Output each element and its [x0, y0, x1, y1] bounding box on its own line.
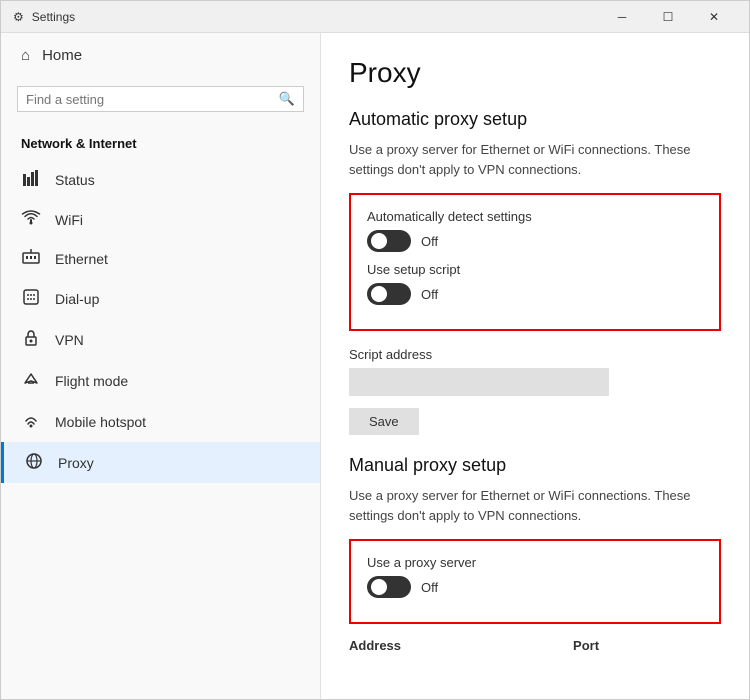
script-address-label: Script address	[349, 347, 721, 362]
search-box[interactable]: 🔍	[17, 86, 304, 112]
use-proxy-label: Use a proxy server	[367, 555, 703, 570]
settings-window: ⚙ Settings ─ ☐ ✕ ⌂ Home 🔍 Network & Inte…	[0, 0, 750, 700]
main-content: Proxy Automatic proxy setup Use a proxy …	[321, 33, 749, 699]
auto-detect-label: Automatically detect settings	[367, 209, 703, 224]
sidebar-section-title: Network & Internet	[1, 128, 320, 159]
mobilehotspot-icon	[21, 411, 41, 432]
save-button[interactable]: Save	[349, 408, 419, 435]
status-label: Status	[55, 172, 95, 188]
sidebar-item-proxy[interactable]: Proxy	[1, 442, 320, 483]
sidebar-item-vpn[interactable]: VPN	[1, 319, 320, 360]
dialup-icon	[21, 288, 41, 309]
home-label: Home	[42, 47, 82, 64]
status-icon	[21, 169, 41, 190]
page-title: Proxy	[349, 57, 721, 89]
title-bar-left: ⚙ Settings	[13, 10, 75, 24]
window-title: Settings	[32, 10, 75, 24]
sidebar-item-wifi[interactable]: WiFi	[1, 200, 320, 239]
sidebar-item-home[interactable]: ⌂ Home	[1, 33, 320, 78]
auto-detect-toggle-wrap: Off	[367, 230, 703, 252]
flightmode-label: Flight mode	[55, 373, 128, 389]
auto-proxy-highlight-box: Automatically detect settings Off Use se…	[349, 193, 721, 331]
maximize-button[interactable]: ☐	[645, 1, 691, 33]
mobilehotspot-label: Mobile hotspot	[55, 414, 146, 430]
minimize-button[interactable]: ─	[599, 1, 645, 33]
manual-proxy-highlight-box: Use a proxy server Off	[349, 539, 721, 624]
manual-section-desc: Use a proxy server for Ethernet or WiFi …	[349, 486, 721, 525]
wifi-icon	[21, 210, 41, 229]
use-proxy-toggle-text: Off	[421, 580, 438, 595]
auto-section-title: Automatic proxy setup	[349, 109, 721, 130]
use-proxy-toggle-wrap: Off	[367, 576, 703, 598]
manual-section-title: Manual proxy setup	[349, 455, 721, 476]
proxy-icon	[24, 452, 44, 473]
auto-detect-row: Automatically detect settings Off	[367, 209, 703, 252]
title-bar: ⚙ Settings ─ ☐ ✕	[1, 1, 749, 33]
wifi-label: WiFi	[55, 212, 83, 228]
settings-icon: ⚙	[13, 10, 24, 24]
port-label: Port	[573, 638, 599, 653]
vpn-label: VPN	[55, 332, 84, 348]
search-input[interactable]	[26, 92, 279, 107]
address-label: Address	[349, 638, 401, 653]
auto-detect-toggle[interactable]	[367, 230, 411, 252]
ethernet-icon	[21, 249, 41, 268]
home-icon: ⌂	[21, 47, 30, 64]
sidebar: ⌂ Home 🔍 Network & Internet Status	[1, 33, 321, 699]
sidebar-item-flightmode[interactable]: Flight mode	[1, 360, 320, 401]
title-bar-controls: ─ ☐ ✕	[599, 1, 737, 33]
address-port-row: Address Port	[349, 638, 721, 655]
auto-detect-toggle-text: Off	[421, 234, 438, 249]
proxy-label: Proxy	[58, 455, 94, 471]
ethernet-label: Ethernet	[55, 251, 108, 267]
flightmode-icon	[21, 370, 41, 391]
vpn-icon	[21, 329, 41, 350]
address-group: Address	[349, 638, 401, 655]
sidebar-item-status[interactable]: Status	[1, 159, 320, 200]
use-proxy-row: Use a proxy server Off	[367, 555, 703, 598]
content-area: ⌂ Home 🔍 Network & Internet Status	[1, 33, 749, 699]
use-proxy-toggle[interactable]	[367, 576, 411, 598]
sidebar-item-ethernet[interactable]: Ethernet	[1, 239, 320, 278]
setup-script-toggle-wrap: Off	[367, 283, 703, 305]
setup-script-toggle[interactable]	[367, 283, 411, 305]
port-group: Port	[573, 638, 599, 655]
script-address-input[interactable]	[349, 368, 609, 396]
close-button[interactable]: ✕	[691, 1, 737, 33]
setup-script-row: Use setup script Off	[367, 262, 703, 305]
dialup-label: Dial-up	[55, 291, 99, 307]
search-icon: 🔍	[279, 91, 295, 107]
setup-script-toggle-text: Off	[421, 287, 438, 302]
sidebar-item-mobilehotspot[interactable]: Mobile hotspot	[1, 401, 320, 442]
auto-section-desc: Use a proxy server for Ethernet or WiFi …	[349, 140, 721, 179]
sidebar-item-dialup[interactable]: Dial-up	[1, 278, 320, 319]
setup-script-label: Use setup script	[367, 262, 703, 277]
